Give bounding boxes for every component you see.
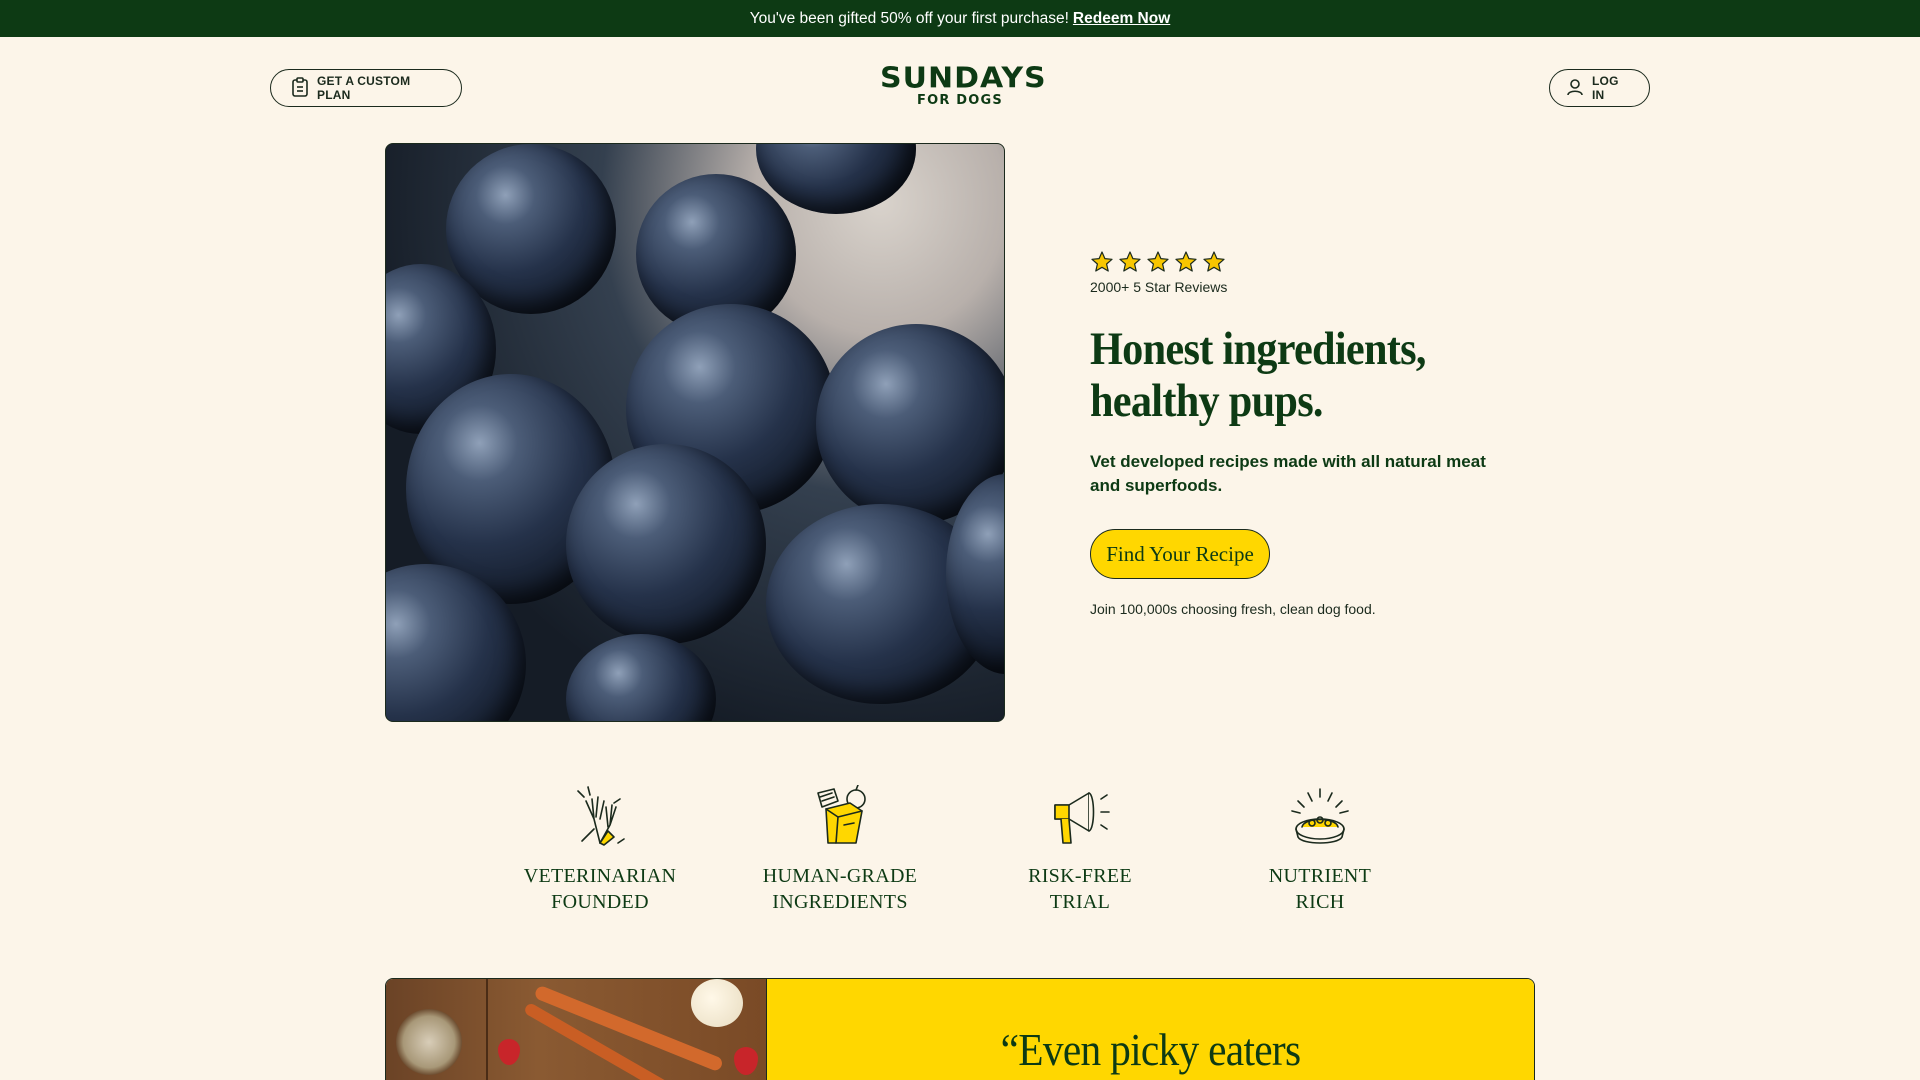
star-icon	[1203, 251, 1225, 272]
feature-label-line2: TRIAL	[1049, 891, 1111, 913]
rating-stars	[1090, 250, 1226, 274]
testimonial-card: “Even picky eaters	[385, 978, 1535, 1080]
redeem-now-link[interactable]: Redeem Now	[1073, 10, 1170, 28]
user-icon	[1566, 78, 1584, 99]
promo-banner: You've been gifted 50% off your first pu…	[0, 0, 1920, 37]
feature-label-line1: HUMAN-GRADE	[762, 865, 918, 887]
testimonial-quote: “Even picky eaters	[1000, 1024, 1301, 1075]
testimonial-food-image	[386, 979, 767, 1080]
clipboard-icon	[291, 76, 309, 100]
star-icon	[1175, 251, 1197, 272]
login-button[interactable]: LOG IN	[1549, 69, 1650, 107]
logo-wordmark: SUNDAYS	[880, 61, 1047, 96]
feature-label-line1: NUTRIENT	[1268, 865, 1372, 887]
find-your-recipe-button[interactable]: Find Your Recipe	[1090, 529, 1270, 579]
star-icon	[1091, 251, 1113, 272]
megaphone-icon	[1054, 792, 1110, 844]
headline-line-2: healthy pups.	[1090, 375, 1324, 427]
feature-risk-free-trial: RISK-FREE TRIAL	[995, 785, 1165, 915]
high-five-icon	[577, 786, 625, 846]
testimonial-quote-panel: “Even picky eaters	[767, 979, 1534, 1080]
feature-label-line1: VETERINARIAN	[523, 865, 677, 887]
feature-nutrient-rich: NUTRIENT RICH	[1235, 785, 1405, 915]
feature-label-line2: INGREDIENTS	[772, 891, 908, 913]
logo-subtitle: FOR DOGS	[917, 93, 1003, 108]
feature-human-grade-ingredients: HUMAN-GRADE INGREDIENTS	[755, 785, 925, 915]
headline-line-1: Honest ingredients,	[1090, 323, 1426, 375]
plan-button-label: GET A CUSTOM PLAN	[317, 74, 411, 102]
sundays-logo[interactable]: SUNDAYS FOR DOGS	[880, 61, 1047, 108]
hero-blueberries-image	[385, 143, 1005, 722]
star-icon	[1147, 251, 1169, 272]
feature-label-line2: RICH	[1295, 891, 1345, 913]
ingredients-icon	[817, 785, 866, 844]
star-icon	[1119, 251, 1141, 272]
login-label: LOG IN	[1592, 74, 1619, 102]
food-bowl-icon	[1291, 788, 1349, 844]
feature-label-line2: FOUNDED	[551, 891, 649, 913]
feature-veterinarian-founded: VETERINARIAN FOUNDED	[515, 785, 685, 915]
feature-label-line1: RISK-FREE	[1028, 865, 1132, 887]
hero-subhead: Vet developed recipes made with all natu…	[1090, 452, 1486, 495]
promo-text: You've been gifted 50% off your first pu…	[749, 9, 1069, 27]
join-text: Join 100,000s choosing fresh, clean dog …	[1090, 601, 1376, 617]
hero-headline: Honest ingredients, healthy pups.	[1090, 323, 1468, 427]
get-custom-plan-button[interactable]: GET A CUSTOM PLAN	[270, 69, 462, 107]
reviews-count: 2000+ 5 Star Reviews	[1090, 279, 1228, 295]
